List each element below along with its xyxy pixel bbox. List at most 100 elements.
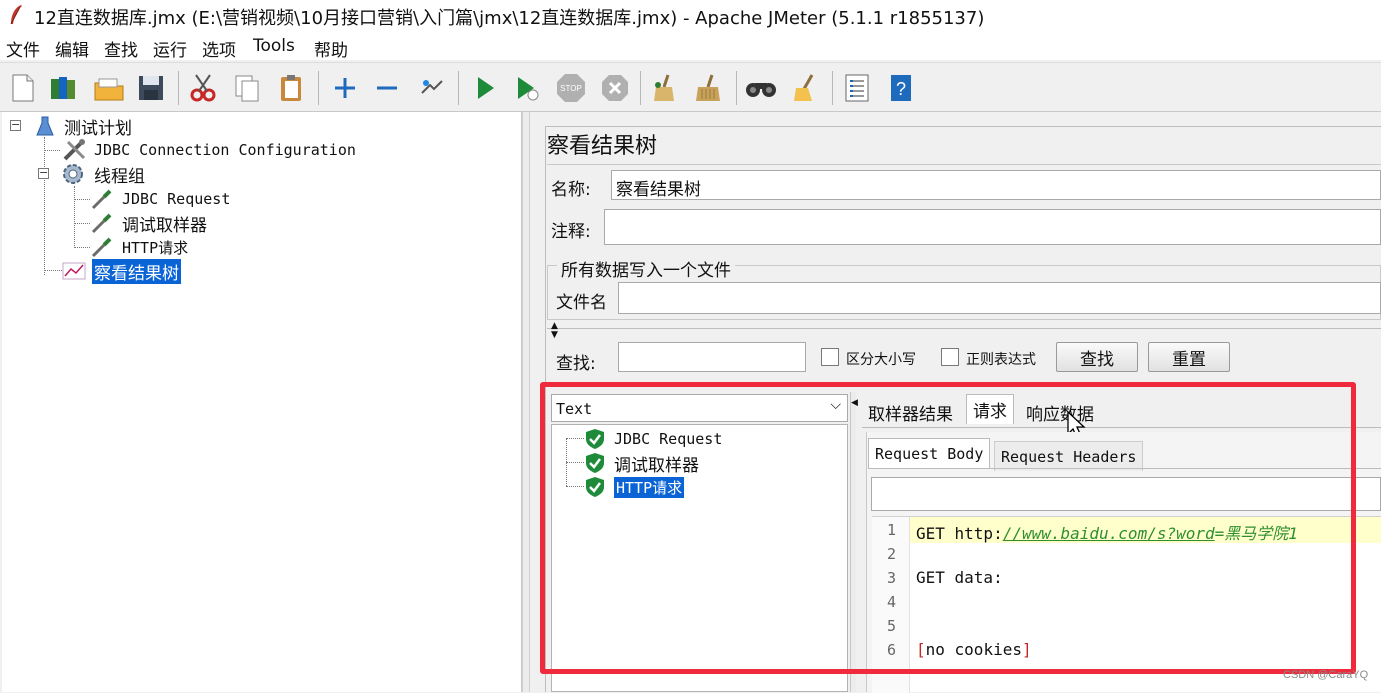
menu-run[interactable]: 运行 <box>153 36 187 61</box>
tree-item-label: 线程组 <box>94 166 145 187</box>
result-item-http-request[interactable]: HTTP请求 <box>584 475 686 499</box>
line-number: 5 <box>886 617 896 635</box>
panel-title: 察看结果树 <box>547 134 658 159</box>
open-icon[interactable] <box>92 71 126 105</box>
line-number: 1 <box>886 521 896 539</box>
line-number-gutter: 1 2 3 4 5 6 <box>872 517 910 693</box>
menu-edit[interactable]: 编辑 <box>55 36 89 61</box>
name-label: 名称: <box>551 180 591 200</box>
tree-item-view-results-tree[interactable]: 察看结果树 <box>62 258 181 284</box>
menu-tools[interactable]: Tools <box>253 36 295 56</box>
menu-help[interactable]: 帮助 <box>314 36 348 61</box>
result-item-jdbc-request[interactable]: JDBC Request <box>584 427 722 451</box>
feather-icon <box>10 5 22 25</box>
tab-request-body[interactable]: Request Body <box>868 438 991 468</box>
cut-icon[interactable] <box>186 71 220 105</box>
tree-item-jdbc-request[interactable]: JDBC Request <box>90 187 230 211</box>
tree-item-label: JDBC Connection Configuration <box>94 141 356 159</box>
request-url-link[interactable]: //www.baidu.com/s?word <box>1003 524 1215 543</box>
collapse-icon[interactable] <box>370 71 404 105</box>
graph-icon <box>62 262 86 280</box>
request-body-editor[interactable]: 1 2 3 4 5 6 GET http://www.baidu.com/s?w… <box>872 516 1381 693</box>
shutdown-icon[interactable] <box>598 71 632 105</box>
success-shield-icon <box>586 477 604 497</box>
new-icon[interactable] <box>6 71 40 105</box>
tree-item-http-request[interactable]: HTTP请求 <box>90 235 188 259</box>
window-title: 12直连数据库.jmx (E:\营销视频\10月接口营销\入门篇\jmx\12直… <box>34 8 985 29</box>
svg-text:?: ? <box>896 79 906 99</box>
tree-item-label: 测试计划 <box>64 118 132 139</box>
help-icon[interactable]: ? <box>884 71 918 105</box>
menu-search[interactable]: 查找 <box>104 36 138 61</box>
start-no-pause-icon[interactable] <box>510 71 544 105</box>
tab-response-data[interactable]: 响应数据 <box>1020 397 1100 427</box>
tree-item-debug-sampler[interactable]: 调试取样器 <box>90 211 207 236</box>
tree-item-label: JDBC Request <box>122 190 231 208</box>
reset-search-icon[interactable] <box>788 71 822 105</box>
line-number: 6 <box>886 641 896 659</box>
tab-request-headers[interactable]: Request Headers <box>994 441 1144 471</box>
filename-field[interactable] <box>618 282 1381 314</box>
search-input[interactable] <box>618 342 806 372</box>
paste-icon[interactable] <box>274 71 308 105</box>
menu-bar: 文件 编辑 查找 运行 选项 Tools 帮助 <box>0 32 1381 61</box>
chevron-down-icon: ⌵ <box>830 397 841 413</box>
line-number: 3 <box>886 569 896 587</box>
collapse-arrow-icon[interactable]: ◀ <box>851 398 858 408</box>
code-line-3: GET data: <box>916 568 1003 587</box>
divider-arrows-icon[interactable]: ▲ ▼ <box>551 322 558 340</box>
clear-all-icon[interactable] <box>692 71 726 105</box>
success-shield-icon <box>586 453 604 473</box>
title-bar: 12直连数据库.jmx (E:\营销视频\10月接口营销\入门篇\jmx\12直… <box>0 0 1381 32</box>
line-number: 2 <box>886 545 896 563</box>
svg-text:STOP: STOP <box>560 84 582 93</box>
success-shield-icon <box>586 429 604 449</box>
line-number: 4 <box>886 593 896 611</box>
regex-checkbox[interactable] <box>941 348 959 366</box>
tree-item-label: HTTP请求 <box>122 238 189 257</box>
code-line-6: [no cookies] <box>916 640 1032 659</box>
result-item-label: HTTP请求 <box>612 475 686 499</box>
wrench-icon <box>63 139 86 161</box>
filename-label: 文件名 <box>556 293 607 313</box>
tree-item-label: 察看结果树 <box>92 258 181 284</box>
case-sensitive-label: 区分大小写 <box>846 352 916 368</box>
tree-item-label: 调试取样器 <box>122 215 207 236</box>
tab-sampler-result[interactable]: 取样器结果 <box>862 397 959 427</box>
collapse-thread-group-toggle[interactable]: − <box>38 167 49 179</box>
comment-field[interactable] <box>604 209 1381 245</box>
code-line-1: GET http://www.baidu.com/s?word=黑马学院1 <box>916 524 1298 543</box>
collapse-test-plan-toggle[interactable]: − <box>10 119 21 131</box>
tab-request[interactable]: 请求 <box>966 394 1014 424</box>
result-splitter[interactable] <box>850 392 856 692</box>
menu-options[interactable]: 选项 <box>202 36 236 61</box>
regex-label: 正则表达式 <box>966 352 1036 368</box>
reset-button[interactable]: 重置 <box>1148 342 1230 372</box>
find-button[interactable]: 查找 <box>1056 342 1138 372</box>
save-icon[interactable] <box>134 71 168 105</box>
expand-icon[interactable] <box>328 71 362 105</box>
pipette-icon <box>91 237 112 258</box>
templates-icon[interactable] <box>46 71 80 105</box>
search-icon[interactable] <box>744 71 778 105</box>
clear-icon[interactable] <box>648 71 682 105</box>
function-helper-icon[interactable] <box>840 71 874 105</box>
search-label: 查找: <box>556 354 596 374</box>
start-icon[interactable] <box>468 71 502 105</box>
toggle-icon[interactable] <box>414 71 448 105</box>
tree-item-thread-group[interactable]: 线程组 <box>60 162 145 187</box>
menu-file[interactable]: 文件 <box>6 36 40 61</box>
watermark: CSDN @CaraYQ <box>1283 669 1369 681</box>
renderer-select[interactable]: Text ⌵ <box>551 394 848 422</box>
toolbar: STOP ? <box>0 62 1381 112</box>
pane-splitter[interactable] <box>522 112 530 692</box>
tree-item-jdbc-config[interactable]: JDBC Connection Configuration <box>62 138 356 162</box>
pipette-icon <box>91 189 112 210</box>
result-item-debug-sampler[interactable]: 调试取样器 <box>584 451 699 476</box>
case-sensitive-checkbox[interactable] <box>821 348 839 366</box>
name-field[interactable]: 察看结果树 <box>611 170 1381 200</box>
flask-icon <box>36 116 54 136</box>
copy-icon[interactable] <box>230 71 264 105</box>
tree-item-test-plan[interactable]: 测试计划 <box>34 114 132 139</box>
stop-icon[interactable]: STOP <box>554 71 588 105</box>
